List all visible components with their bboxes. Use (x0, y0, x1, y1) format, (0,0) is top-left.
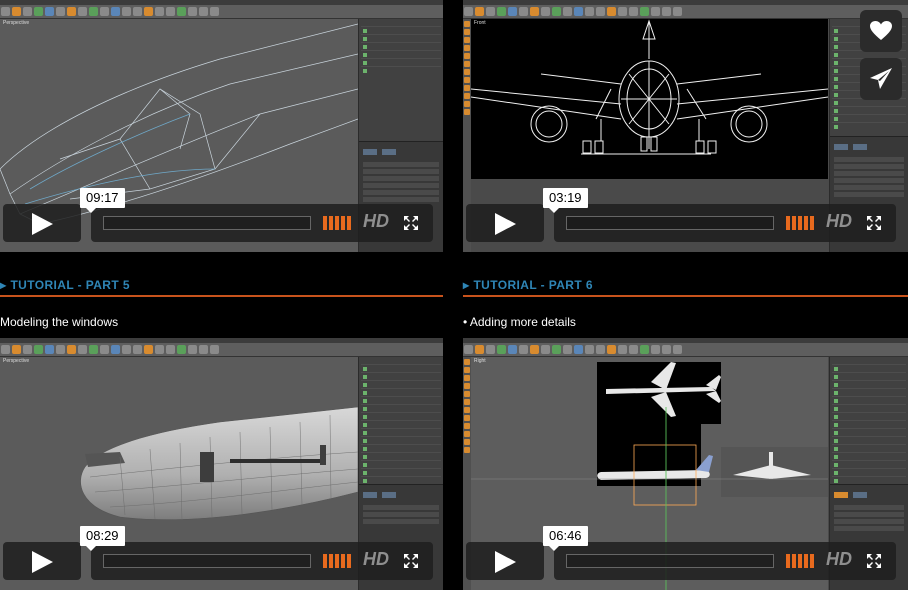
play-button[interactable] (3, 542, 81, 580)
fullscreen-icon[interactable] (867, 554, 881, 568)
arrow-right-icon: ▸ (0, 278, 7, 292)
control-bar: HD (554, 204, 896, 242)
video-player-1[interactable]: Perspective HD 09:17 (0, 0, 443, 252)
share-button[interactable] (860, 58, 902, 100)
video-player-2[interactable]: Front HD 03:19 (463, 0, 908, 252)
video-player-4[interactable]: Right HD 06:46 (463, 338, 908, 590)
fullscreen-icon[interactable] (867, 216, 881, 230)
video-controls: HD 06:46 (466, 526, 896, 580)
control-bar: HD (91, 542, 433, 580)
fullscreen-icon[interactable] (404, 216, 418, 230)
control-bar: HD (554, 542, 896, 580)
section-title-part-6: ▸ TUTORIAL - PART 6 (463, 277, 908, 297)
like-button[interactable] (860, 10, 902, 52)
video-controls: HD 03:19 (466, 188, 896, 242)
hd-toggle[interactable]: HD (826, 549, 852, 570)
progress-bar[interactable] (566, 216, 774, 230)
progress-bar[interactable] (103, 554, 311, 568)
play-icon (32, 213, 53, 235)
control-bar: HD (91, 204, 433, 242)
play-icon (32, 551, 53, 573)
section-description-part-6: • Adding more details (463, 315, 576, 329)
arrow-right-icon: ▸ (463, 278, 470, 292)
video-player-3[interactable]: Perspective HD 08:29 (0, 338, 443, 590)
volume-control[interactable] (323, 216, 353, 230)
play-button[interactable] (3, 204, 81, 242)
play-button[interactable] (466, 204, 544, 242)
play-button[interactable] (466, 542, 544, 580)
play-icon (495, 551, 516, 573)
progress-bar[interactable] (103, 216, 311, 230)
volume-control[interactable] (323, 554, 353, 568)
volume-control[interactable] (786, 216, 816, 230)
heart-icon (870, 21, 892, 40)
duration-tooltip: 06:46 (543, 526, 588, 551)
duration-tooltip: 09:17 (80, 188, 125, 213)
progress-bar[interactable] (566, 554, 774, 568)
duration-tooltip: 08:29 (80, 526, 125, 551)
play-icon (495, 213, 516, 235)
hd-toggle[interactable]: HD (363, 211, 389, 232)
volume-control[interactable] (786, 554, 816, 568)
duration-tooltip: 03:19 (543, 188, 588, 213)
section-title-part-5: ▸ TUTORIAL - PART 5 (0, 277, 443, 297)
send-icon (870, 68, 892, 89)
video-controls: HD 09:17 (3, 188, 433, 242)
section-description-part-5: Modeling the windows (0, 315, 119, 329)
hd-toggle[interactable]: HD (826, 211, 852, 232)
video-controls: HD 08:29 (3, 526, 433, 580)
hd-toggle[interactable]: HD (363, 549, 389, 570)
fullscreen-icon[interactable] (404, 554, 418, 568)
